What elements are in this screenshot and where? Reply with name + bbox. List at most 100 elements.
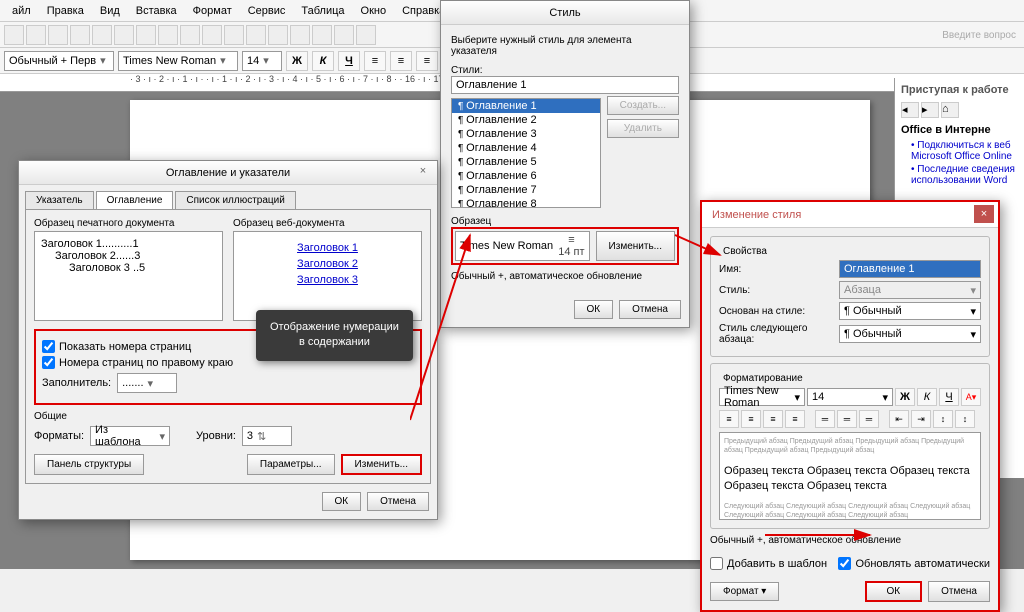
print-icon[interactable]	[70, 25, 90, 45]
mod-line2-icon[interactable]: ═	[859, 410, 879, 428]
tab-toc[interactable]: Оглавление	[96, 191, 174, 209]
tp-back-icon[interactable]: ◂	[901, 102, 919, 118]
style-modify-button[interactable]: Изменить...	[596, 231, 675, 261]
style-current[interactable]: Оглавление 1	[451, 76, 679, 94]
tp-link-2[interactable]: Последние сведения использовании Word	[911, 164, 1018, 186]
mod-underline-icon[interactable]: Ч	[939, 388, 959, 406]
mod-line15-icon[interactable]: ═	[837, 410, 857, 428]
mod-align-right-icon[interactable]: ≡	[763, 410, 783, 428]
mod-italic-icon[interactable]: К	[917, 388, 937, 406]
tp-fwd-icon[interactable]: ▸	[921, 102, 939, 118]
toc-modify-button[interactable]: Изменить...	[341, 454, 422, 475]
style-list[interactable]: ¶ Оглавление 1 ¶ Оглавление 2 ¶ Оглавлен…	[451, 98, 601, 208]
align-center-icon[interactable]: ≡	[390, 51, 412, 71]
mod-color-icon[interactable]: A▾	[961, 388, 981, 406]
font-combo[interactable]: Times New Roman▾	[118, 51, 238, 71]
menu-tools[interactable]: Сервис	[240, 5, 294, 17]
toc-title: Оглавление и указатели	[19, 161, 437, 185]
underline-icon[interactable]: Ч	[338, 51, 360, 71]
mod-bold-icon[interactable]: Ж	[895, 388, 915, 406]
mod-indent-inc-icon[interactable]: ⇥	[911, 410, 931, 428]
next-style-combo[interactable]: ¶ Обычный▾	[839, 325, 981, 343]
toc-cancel-button[interactable]: Отмена	[367, 492, 429, 511]
table-icon[interactable]	[268, 25, 288, 45]
add-template-checkbox[interactable]	[710, 557, 723, 570]
style-cancel-button[interactable]: Отмена	[619, 300, 681, 319]
mod-size-combo[interactable]: 14▾	[807, 388, 893, 406]
redo-icon[interactable]	[224, 25, 244, 45]
style-combo[interactable]: Обычный + Перв▾	[4, 51, 114, 71]
filler-combo[interactable]: .......▾	[117, 373, 177, 393]
style-item-5[interactable]: ¶ Оглавление 5	[452, 155, 600, 169]
right-align-checkbox[interactable]	[42, 356, 55, 369]
italic-icon[interactable]: К	[312, 51, 334, 71]
tp-home-icon[interactable]: ⌂	[941, 102, 959, 118]
style-item-6[interactable]: ¶ Оглавление 6	[452, 169, 600, 183]
tp-link-1[interactable]: Подключиться к веб Microsoft Office Onli…	[911, 140, 1018, 162]
new-icon[interactable]	[4, 25, 24, 45]
params-button[interactable]: Параметры...	[247, 454, 335, 475]
show-icon[interactable]	[356, 25, 376, 45]
align-left-icon[interactable]: ≡	[364, 51, 386, 71]
menu-file[interactable]: айл	[4, 5, 39, 17]
based-on-combo[interactable]: ¶ Обычный▾	[839, 302, 981, 320]
levels-spinner[interactable]: 3⇅	[242, 426, 292, 446]
copy-icon[interactable]	[158, 25, 178, 45]
save-icon[interactable]	[48, 25, 68, 45]
align-right-icon[interactable]: ≡	[416, 51, 438, 71]
mod-space-before-icon[interactable]: ↕	[933, 410, 953, 428]
menu-format[interactable]: Формат	[185, 5, 240, 17]
ask-question[interactable]: Введите вопрос	[942, 30, 1016, 41]
style-item-3[interactable]: ¶ Оглавление 3	[452, 127, 600, 141]
menu-table[interactable]: Таблица	[293, 5, 352, 17]
formatting-label: Форматирование	[719, 373, 807, 384]
drawing-icon[interactable]	[312, 25, 332, 45]
map-icon[interactable]	[334, 25, 354, 45]
cut-icon[interactable]	[136, 25, 156, 45]
formats-combo[interactable]: Из шаблона▾	[90, 426, 170, 446]
style-delete-button[interactable]: Удалить	[607, 119, 679, 138]
mod-line1-icon[interactable]: ═	[815, 410, 835, 428]
modify-close-icon[interactable]: ×	[974, 205, 994, 223]
auto-update-checkbox[interactable]	[838, 557, 851, 570]
mod-indent-dec-icon[interactable]: ⇤	[889, 410, 909, 428]
style-create-button[interactable]: Создать...	[607, 96, 679, 115]
menu-window[interactable]: Окно	[353, 5, 395, 17]
style-ok-button[interactable]: ОК	[574, 300, 614, 319]
menu-insert[interactable]: Вставка	[128, 5, 185, 17]
style-item-4[interactable]: ¶ Оглавление 4	[452, 141, 600, 155]
menu-view[interactable]: Вид	[92, 5, 128, 17]
link-icon[interactable]	[246, 25, 266, 45]
mod-align-left-icon[interactable]: ≡	[719, 410, 739, 428]
style-item-8[interactable]: ¶ Оглавление 8	[452, 197, 600, 208]
show-pages-checkbox[interactable]	[42, 340, 55, 353]
style-dialog-title: Стиль	[441, 1, 689, 25]
open-icon[interactable]	[26, 25, 46, 45]
tab-index[interactable]: Указатель	[25, 191, 94, 209]
menu-edit[interactable]: Правка	[39, 5, 92, 17]
style-item-1[interactable]: ¶ Оглавление 1	[452, 99, 600, 113]
bold-icon[interactable]: Ж	[286, 51, 308, 71]
structure-button[interactable]: Панель структуры	[34, 454, 144, 475]
mod-ok-button[interactable]: ОК	[865, 581, 923, 602]
mod-align-center-icon[interactable]: ≡	[741, 410, 761, 428]
paste-icon[interactable]	[180, 25, 200, 45]
toc-ok-button[interactable]: ОК	[322, 492, 362, 511]
mod-justify-icon[interactable]: ≡	[785, 410, 805, 428]
mod-space-after-icon[interactable]: ↕	[955, 410, 975, 428]
toc-close-icon[interactable]: ×	[415, 165, 431, 181]
undo-icon[interactable]	[202, 25, 222, 45]
format-button[interactable]: Формат ▾	[710, 582, 779, 601]
style-item-2[interactable]: ¶ Оглавление 2	[452, 113, 600, 127]
spell-icon[interactable]	[114, 25, 134, 45]
print-preview-label: Образец печатного документа	[34, 218, 223, 229]
columns-icon[interactable]	[290, 25, 310, 45]
styles-label: Стили:	[451, 65, 679, 76]
mod-font-combo[interactable]: Times New Roman▾	[719, 388, 805, 406]
preview-icon[interactable]	[92, 25, 112, 45]
style-item-7[interactable]: ¶ Оглавление 7	[452, 183, 600, 197]
tab-figures[interactable]: Список иллюстраций	[175, 191, 295, 209]
size-combo[interactable]: 14▾	[242, 51, 282, 71]
mod-cancel-button[interactable]: Отмена	[928, 581, 990, 602]
name-field[interactable]: Оглавление 1	[839, 260, 981, 278]
